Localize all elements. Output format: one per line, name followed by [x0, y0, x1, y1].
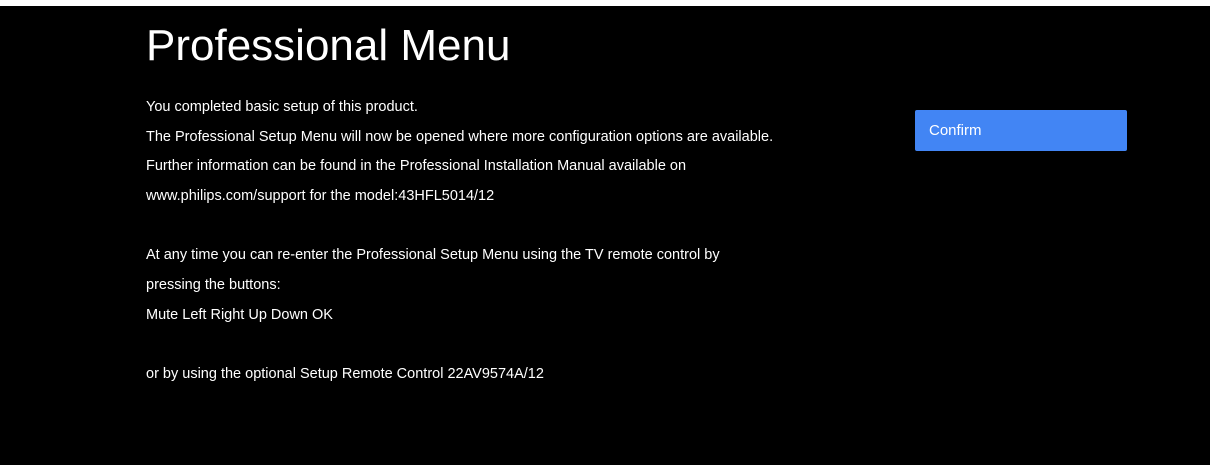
- message-line: or by using the optional Setup Remote Co…: [146, 366, 544, 383]
- message-line: Mute Left Right Up Down OK: [146, 306, 333, 323]
- professional-menu-screen: Professional Menu You completed basic se…: [0, 6, 1210, 465]
- setup-message: You completed basic setup of this produc…: [146, 93, 866, 390]
- message-line: www.philips.com/support for the model:43…: [146, 188, 495, 205]
- message-line: You completed basic setup of this produc…: [146, 99, 418, 115]
- message-line: At any time you can re-enter the Profess…: [146, 247, 720, 264]
- message-line: Further information can be found in the …: [146, 158, 687, 175]
- page-title: Professional Menu: [146, 21, 511, 70]
- message-line: The Professional Setup Menu will now be …: [146, 128, 774, 145]
- confirm-button[interactable]: Confirm: [915, 110, 1127, 151]
- message-line: pressing the buttons:: [146, 277, 281, 294]
